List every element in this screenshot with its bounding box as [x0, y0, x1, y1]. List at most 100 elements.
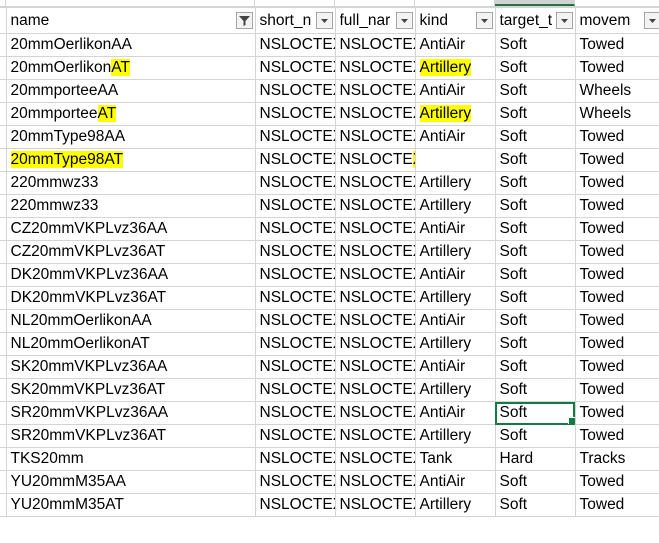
- cell[interactable]: Towed: [574, 148, 659, 172]
- cell[interactable]: NSLOCTEX: [254, 286, 336, 310]
- cell[interactable]: Soft: [494, 263, 576, 287]
- cell[interactable]: Soft: [494, 33, 576, 57]
- cell[interactable]: NSLOCTEX: [254, 171, 336, 195]
- cell[interactable]: Artillery: [414, 424, 496, 448]
- cell[interactable]: Hard: [494, 447, 576, 471]
- column-header-cap[interactable]: [415, 0, 495, 6]
- cell[interactable]: NSLOCTEX: [254, 447, 336, 471]
- cell[interactable]: Soft: [494, 56, 576, 80]
- column-header-cap[interactable]: [575, 0, 659, 6]
- column-header-4[interactable]: target_t: [494, 7, 576, 34]
- filter-funnel-icon[interactable]: [235, 12, 253, 29]
- cell[interactable]: NSLOCTEX: [334, 263, 416, 287]
- cell[interactable]: Towed: [574, 378, 659, 402]
- cell[interactable]: DK20mmVKPLvz36AT: [5, 286, 256, 310]
- cell[interactable]: SK20mmVKPLvz36AA: [5, 355, 256, 379]
- cell[interactable]: AntiAir: [414, 217, 496, 241]
- cell[interactable]: NSLOCTEX: [254, 355, 336, 379]
- cell[interactable]: NSLOCTEX: [334, 309, 416, 333]
- column-header-1[interactable]: short_n: [254, 7, 336, 34]
- column-header-cap[interactable]: [255, 0, 335, 6]
- cell[interactable]: AntiAir: [414, 33, 496, 57]
- cell[interactable]: 220mmwz33: [5, 171, 256, 195]
- cell[interactable]: SK20mmVKPLvz36AT: [5, 378, 256, 402]
- cell[interactable]: Towed: [574, 194, 659, 218]
- column-header-2[interactable]: full_nar: [334, 7, 416, 34]
- cell[interactable]: Tank: [414, 447, 496, 471]
- cell[interactable]: Soft: [494, 470, 576, 494]
- cell[interactable]: NSLOCTEX: [254, 332, 336, 356]
- cell[interactable]: DK20mmVKPLvz36AA: [5, 263, 256, 287]
- cell[interactable]: AntiAir: [414, 263, 496, 287]
- cell[interactable]: NSLOCTEX: [254, 401, 336, 425]
- cell[interactable]: SR20mmVKPLvz36AT: [5, 424, 256, 448]
- cell[interactable]: Soft: [494, 102, 576, 126]
- cell[interactable]: NSLOCTEX: [254, 125, 336, 149]
- cell[interactable]: NSLOCTEX: [254, 102, 336, 126]
- cell[interactable]: 20mmType98AA: [5, 125, 256, 149]
- cell[interactable]: AntiAir: [414, 401, 496, 425]
- cell[interactable]: NSLOCTEX: [334, 493, 416, 517]
- cell[interactable]: NSLOCTEX: [334, 424, 416, 448]
- cell[interactable]: 20mmporteeAA: [5, 79, 256, 103]
- cell[interactable]: AntiAir: [414, 125, 496, 149]
- spreadsheet-grid[interactable]: name short_n full_nar kind target_t movem 20mm…: [0, 0, 659, 543]
- column-header-cap[interactable]: [335, 0, 415, 6]
- cell[interactable]: NSLOCTEX: [334, 401, 416, 425]
- cell[interactable]: NSLOCTEX: [254, 470, 336, 494]
- cell[interactable]: Artillery: [414, 102, 496, 126]
- cell[interactable]: NSLOCTEX: [334, 286, 416, 310]
- cell[interactable]: NL20mmOerlikonAA: [5, 309, 256, 333]
- cell[interactable]: 20mmOerlikonAA: [5, 33, 256, 57]
- cell[interactable]: Towed: [574, 263, 659, 287]
- cell[interactable]: NL20mmOerlikonAT: [5, 332, 256, 356]
- cell[interactable]: Soft: [494, 309, 576, 333]
- dropdown-arrow-icon[interactable]: [555, 12, 573, 29]
- cell[interactable]: NSLOCTEX: [254, 79, 336, 103]
- cell[interactable]: Soft: [494, 217, 576, 241]
- cell[interactable]: NSLOCTEX: [334, 125, 416, 149]
- cell[interactable]: Towed: [574, 332, 659, 356]
- cell[interactable]: Wheels: [574, 79, 659, 103]
- cell[interactable]: AntiAir: [414, 309, 496, 333]
- cell[interactable]: NSLOCTEX: [334, 102, 416, 126]
- cell[interactable]: Towed: [574, 217, 659, 241]
- cell[interactable]: NSLOCTEX: [254, 217, 336, 241]
- cell[interactable]: 20mmType98AT: [5, 148, 256, 172]
- cell[interactable]: YU20mmM35AT: [5, 493, 256, 517]
- cell[interactable]: 20mmporteeAT: [5, 102, 256, 126]
- cell[interactable]: Towed: [574, 240, 659, 264]
- cell[interactable]: NSLOCTEX: [334, 470, 416, 494]
- cell[interactable]: NSLOCTEX: [334, 79, 416, 103]
- cell[interactable]: Soft: [494, 171, 576, 195]
- cell[interactable]: NSLOCTEX: [334, 355, 416, 379]
- cell[interactable]: Towed: [574, 56, 659, 80]
- cell[interactable]: NSLOCTEX: [254, 148, 336, 172]
- cell[interactable]: Wheels: [574, 102, 659, 126]
- cell[interactable]: NSLOCTEX: [254, 56, 336, 80]
- cell[interactable]: Soft: [494, 378, 576, 402]
- cell[interactable]: Towed: [574, 424, 659, 448]
- cell[interactable]: NSLOCTEX AntiTank: [334, 148, 416, 172]
- dropdown-arrow-icon[interactable]: [475, 12, 493, 29]
- cell[interactable]: Towed: [574, 33, 659, 57]
- cell[interactable]: Artillery: [414, 286, 496, 310]
- cell[interactable]: NSLOCTEX: [334, 194, 416, 218]
- cell[interactable]: NSLOCTEX: [334, 378, 416, 402]
- cell[interactable]: AntiAir: [414, 79, 496, 103]
- cell[interactable]: AntiAir: [414, 355, 496, 379]
- dropdown-arrow-icon[interactable]: [643, 12, 659, 29]
- column-header-3[interactable]: kind: [414, 7, 496, 34]
- cell[interactable]: Towed: [574, 309, 659, 333]
- cell[interactable]: Towed: [574, 286, 659, 310]
- cell[interactable]: Artillery: [414, 171, 496, 195]
- cell[interactable]: Towed: [574, 125, 659, 149]
- cell[interactable]: NSLOCTEX: [254, 263, 336, 287]
- cell[interactable]: NSLOCTEX: [254, 240, 336, 264]
- cell[interactable]: Towed: [574, 171, 659, 195]
- cell[interactable]: Soft: [494, 332, 576, 356]
- active-cell[interactable]: Soft: [494, 401, 576, 425]
- column-letter-strip[interactable]: [0, 0, 659, 7]
- cell[interactable]: Artillery: [414, 378, 496, 402]
- column-header-5[interactable]: movem: [574, 7, 659, 34]
